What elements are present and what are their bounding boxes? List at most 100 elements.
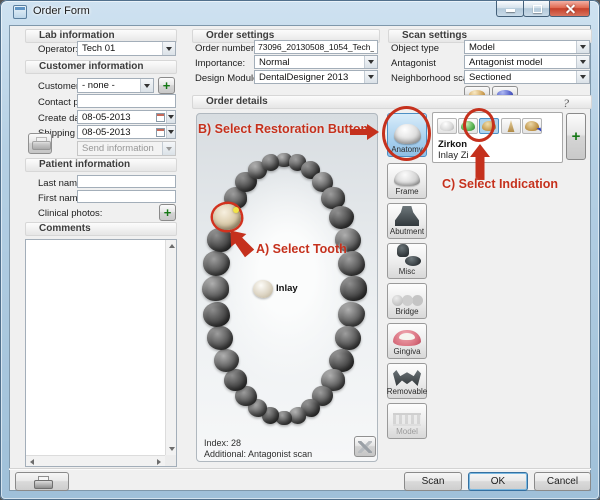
contact-person-input[interactable]	[77, 94, 176, 108]
help-link[interactable]: ?	[563, 96, 569, 111]
indication-inlay-button[interactable]	[479, 118, 499, 134]
chevron-down-icon	[364, 71, 377, 83]
operator-select[interactable]: Tech 01	[77, 41, 176, 56]
create-date-picker[interactable]: 08-05-2013	[77, 110, 176, 124]
pontic-icon	[461, 121, 475, 131]
antagonist-select[interactable]: Antagonist model	[464, 55, 590, 69]
minimize-button[interactable]	[496, 1, 524, 17]
maximize-button[interactable]	[523, 1, 550, 17]
comments-header: Comments	[25, 222, 177, 236]
customer-select[interactable]: - none -	[77, 78, 154, 93]
inlay-icon	[482, 121, 496, 131]
shipping-date-picker[interactable]: 08-05-2013	[77, 125, 176, 139]
tooth[interactable]	[335, 228, 361, 252]
tooth[interactable]	[202, 276, 229, 301]
indication-pontic-button[interactable]	[458, 118, 478, 134]
maximize-icon	[533, 5, 542, 13]
indication-post-button[interactable]	[522, 118, 542, 134]
restoration-button-abutment[interactable]: Abutment	[387, 203, 427, 239]
tooth[interactable]	[335, 326, 361, 350]
tooth[interactable]	[340, 276, 367, 301]
order-details-header: Order details	[192, 95, 592, 109]
inlay-preview-icon	[253, 280, 273, 298]
horizontal-scrollbar[interactable]	[26, 455, 165, 466]
restoration-button-label: Misc	[399, 267, 415, 276]
clinical-photos-label: Clinical photos:	[38, 208, 102, 219]
indication-veneer-button[interactable]	[501, 118, 521, 134]
gingiva-icon	[393, 330, 421, 346]
scroll-down-icon	[169, 447, 175, 451]
close-button[interactable]	[549, 1, 590, 17]
window-title: Order Form	[33, 5, 90, 17]
restoration-button-bridge[interactable]: Bridge	[387, 283, 427, 319]
customer-information-header: Customer information	[25, 60, 177, 74]
calendar-icon	[156, 113, 165, 122]
restoration-button-model[interactable]: Model	[387, 403, 427, 439]
object-type-select[interactable]: Model	[464, 40, 590, 54]
cancel-button[interactable]: Cancel	[534, 472, 591, 491]
order-number-input[interactable]	[254, 40, 378, 54]
ok-button[interactable]: OK	[468, 472, 528, 491]
print-button[interactable]	[15, 472, 69, 491]
restoration-button-label: Anatomy	[391, 145, 423, 154]
restoration-button-label: Bridge	[395, 307, 418, 316]
comments-textarea[interactable]	[25, 239, 177, 467]
object-type-label: Object type	[391, 43, 439, 54]
chevron-down-icon	[166, 126, 175, 138]
additional-text: Additional: Antagonist scan	[204, 449, 312, 459]
title-bar[interactable]: Order Form	[0, 0, 600, 24]
indication-name: Inlay Zi	[438, 150, 469, 161]
send-information-button[interactable]	[28, 133, 52, 154]
indication-dot-icon	[233, 207, 239, 213]
order-form-window: Order Form Lab information Operator: Tec…	[0, 0, 600, 500]
design-module-select[interactable]: DentalDesigner 2013	[254, 70, 378, 84]
vertical-scrollbar[interactable]	[165, 240, 176, 455]
add-clinical-photo-button[interactable]: +	[159, 204, 176, 221]
scroll-right-icon	[157, 459, 161, 465]
restoration-button-label: Abutment	[390, 227, 424, 236]
tooth[interactable]	[224, 369, 248, 391]
anatomy-crown-icon	[394, 124, 421, 144]
chevron-down-icon	[140, 79, 153, 92]
restoration-button-frame[interactable]: Frame	[387, 163, 427, 199]
customer-label: Customer:	[38, 81, 82, 92]
restoration-button-label: Frame	[395, 187, 418, 196]
chevron-down-icon	[576, 56, 589, 68]
tooth[interactable]	[207, 228, 233, 252]
restoration-button-label: Model	[396, 427, 418, 436]
tooth[interactable]	[207, 326, 233, 350]
tooth-selected[interactable]	[213, 204, 241, 230]
tooth[interactable]	[203, 251, 230, 276]
restoration-button-label: Removable	[387, 387, 427, 396]
restoration-button-removable[interactable]: Removable	[387, 363, 427, 399]
window-icon	[13, 5, 27, 19]
chevron-down-icon	[166, 111, 175, 123]
tooth[interactable]	[203, 302, 230, 327]
first-name-input[interactable]	[77, 190, 176, 203]
restoration-button-misc[interactable]: Misc	[387, 243, 427, 279]
operator-label: Operator:	[38, 44, 78, 55]
last-name-input[interactable]	[77, 175, 176, 188]
indication-crown-button[interactable]	[437, 118, 457, 134]
scan-button[interactable]: Scan	[404, 472, 462, 491]
tooth[interactable]	[338, 251, 365, 276]
send-information-select: Send information	[77, 141, 176, 156]
veneer-icon	[507, 120, 516, 132]
patient-information-header: Patient information	[25, 158, 177, 172]
importance-select[interactable]: Normal	[254, 55, 378, 69]
tooth[interactable]	[338, 302, 365, 327]
add-indication-button[interactable]: +	[566, 113, 586, 160]
tooth[interactable]	[262, 154, 280, 171]
order-number-label: Order number:	[195, 43, 257, 54]
printer-icon	[34, 476, 51, 489]
post-icon	[525, 121, 539, 131]
restoration-button-gingiva[interactable]: Gingiva	[387, 323, 427, 359]
material-name: Zirkon	[438, 139, 467, 150]
bridge-icon	[392, 295, 423, 306]
add-customer-button[interactable]: +	[158, 77, 175, 94]
restoration-button-anatomy[interactable]: Anatomy	[387, 113, 427, 157]
view-tool-button[interactable]	[354, 436, 376, 457]
neighborhood-scan-select[interactable]: Sectioned	[464, 70, 590, 84]
tooth[interactable]	[329, 206, 354, 229]
scrollbar-corner	[165, 455, 176, 466]
